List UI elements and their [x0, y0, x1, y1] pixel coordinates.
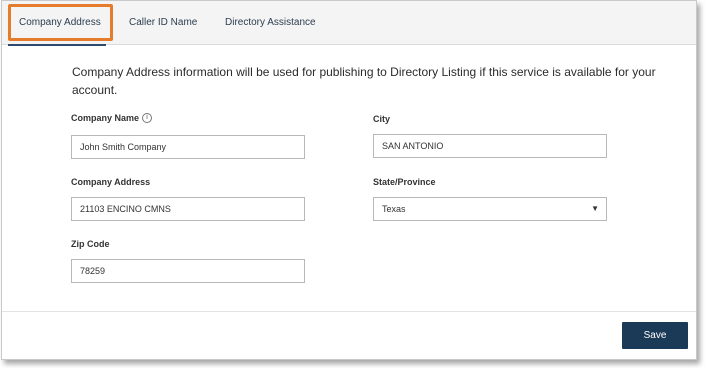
zip-code-field[interactable]: 78259: [71, 259, 305, 283]
city-value: SAN ANTONIO: [382, 141, 444, 151]
state-province-select[interactable]: Texas ▼: [373, 197, 607, 221]
footer-divider: [2, 311, 696, 312]
city-field[interactable]: SAN ANTONIO: [373, 134, 607, 158]
tab-highlight-box: [8, 4, 113, 41]
chevron-down-icon: ▼: [591, 204, 599, 213]
company-name-label-text: Company Name: [71, 113, 140, 123]
tab-directory-assistance[interactable]: Directory Assistance: [225, 1, 316, 45]
info-icon[interactable]: i: [142, 113, 153, 123]
intro-text: Company Address information will be used…: [72, 65, 656, 97]
company-name-value: John Smith Company: [80, 142, 167, 152]
company-name-label: Company Name i: [71, 113, 153, 123]
state-province-label: State/Province: [373, 177, 436, 187]
company-address-label: Company Address: [71, 177, 151, 187]
company-name-field[interactable]: John Smith Company: [71, 135, 305, 159]
tab-bar: Company Address Caller ID Name Directory…: [2, 1, 696, 46]
zip-code-value: 78259: [80, 266, 106, 276]
company-address-value: 21103 ENCINO CMNS: [80, 204, 171, 214]
city-label: City: [373, 114, 391, 124]
active-tab-indicator: [8, 44, 106, 46]
state-province-value: Texas: [382, 204, 406, 214]
save-button[interactable]: Save: [622, 322, 688, 349]
zip-code-label: Zip Code: [71, 239, 110, 249]
settings-panel: Company Address Caller ID Name Directory…: [1, 0, 697, 360]
company-address-field[interactable]: 21103 ENCINO CMNS: [71, 197, 305, 221]
tab-caller-id-name[interactable]: Caller ID Name: [129, 1, 197, 45]
